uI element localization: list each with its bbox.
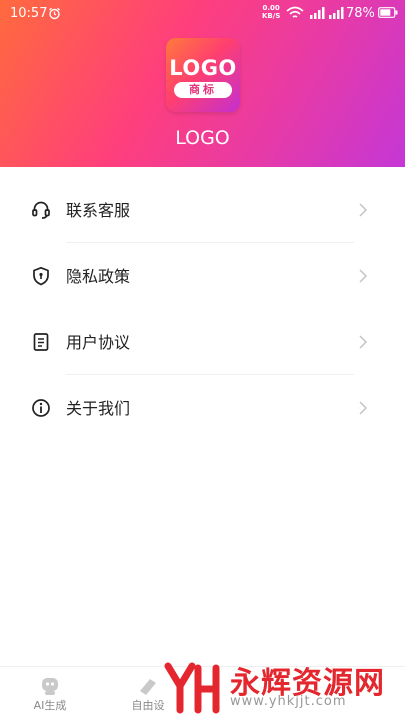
chevron-right-icon <box>359 269 368 283</box>
divider <box>66 242 354 243</box>
signal-icon <box>329 7 344 19</box>
watermark-logo-icon <box>164 662 220 714</box>
logo-subtext: 商标 <box>174 82 232 98</box>
menu-item-label: 用户协议 <box>66 333 131 352</box>
settings-menu: 联系客服 隐私政策 用户协议 关于我们 <box>0 178 405 442</box>
info-icon <box>32 399 50 417</box>
alarm-icon <box>49 7 60 20</box>
design-icon <box>140 679 156 695</box>
chevron-right-icon <box>359 203 368 217</box>
logo-text: LOGO <box>169 56 237 80</box>
menu-item-about-us[interactable]: 关于我们 <box>0 376 405 442</box>
menu-item-label: 关于我们 <box>66 399 131 418</box>
menu-item-label: 联系客服 <box>66 201 131 220</box>
tab-label: AI生成 <box>33 699 67 712</box>
menu-item-label: 隐私政策 <box>66 267 131 286</box>
battery-level: 78% <box>346 6 375 21</box>
net-speed: 0.00 KB/S <box>262 4 281 20</box>
status-bar: 10:57 0.00 KB/S 78% <box>0 0 405 28</box>
signal-icon <box>310 7 325 19</box>
watermark-url: www.yhkjjt.com <box>230 694 347 709</box>
tab-ai-generate[interactable]: AI生成 <box>10 667 90 721</box>
menu-item-user-agreement[interactable]: 用户协议 <box>0 310 405 376</box>
menu-item-privacy-policy[interactable]: 隐私政策 <box>0 244 405 310</box>
status-time: 10:57 <box>10 6 48 21</box>
menu-item-customer-service[interactable]: 联系客服 <box>0 178 405 244</box>
chevron-right-icon <box>359 401 368 415</box>
chevron-right-icon <box>359 335 368 349</box>
app-logo: LOGO 商标 <box>166 38 240 112</box>
wifi-icon <box>286 6 304 18</box>
headset-icon <box>32 201 50 219</box>
robot-icon <box>42 678 58 695</box>
battery-icon <box>378 7 398 18</box>
app-name: LOGO <box>175 127 230 149</box>
profile-header: 10:57 0.00 KB/S 78% LOGO 商标 LOGO <box>0 0 405 167</box>
watermark: 永辉资源网 www.yhkjjt.com <box>160 656 400 720</box>
shield-icon <box>33 266 49 286</box>
document-icon <box>33 333 49 351</box>
divider <box>66 374 354 375</box>
